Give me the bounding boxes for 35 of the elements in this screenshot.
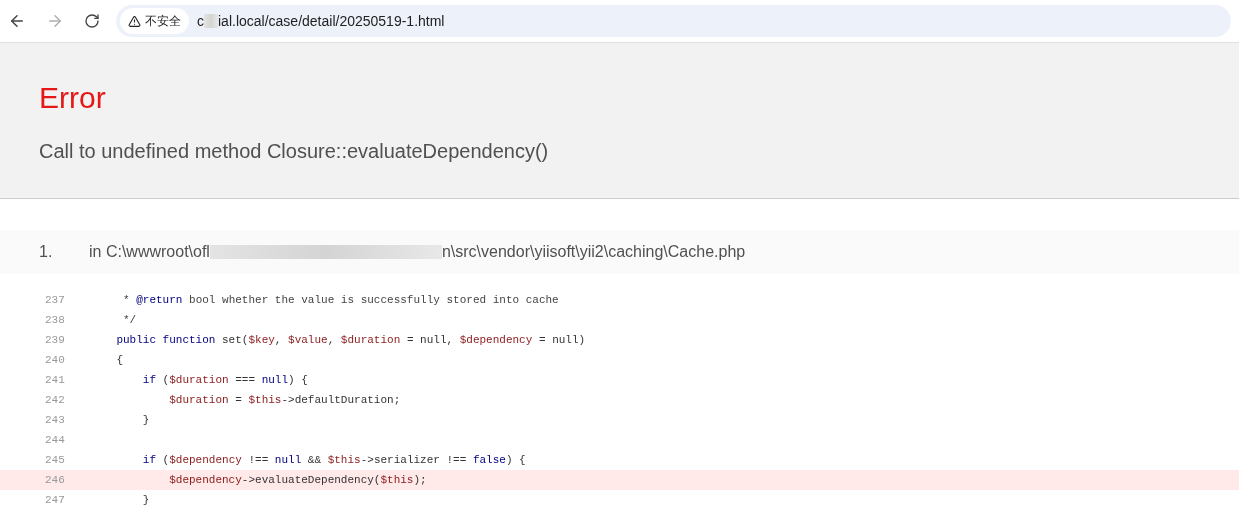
error-title: Error [39,80,107,116]
file-path: in C:\wwwroot\ofl [89,242,210,262]
line-number: 244 [44,432,66,448]
blurred-text [204,14,218,28]
trace-number: 1. [39,242,54,262]
address-bar[interactable]: 不安全 c ial.local/case/detail/20250519-1.html [116,5,1231,37]
back-icon[interactable] [8,12,26,30]
error-message: Call to undefined method Closure::evaluateDependency() [39,139,550,164]
line-number: 243 [44,412,66,428]
url-text: ial.local/case/detail/20250519-1.html [218,11,445,31]
code-text: } [141,492,150,508]
line-number: 238 [44,312,66,328]
code-text: if ($duration === null) { [141,372,308,388]
code-text: { [115,352,123,368]
code-text: } [141,412,150,428]
line-number: 247 [44,492,66,508]
security-chip[interactable]: 不安全 [120,8,189,34]
security-label: 不安全 [145,13,181,30]
line-number: 237 [44,292,66,308]
line-number: 245 [44,452,66,468]
code-text: */ [122,312,137,328]
line-number: 242 [44,392,66,408]
code-text: $duration = $this->defaultDuration; [168,392,401,408]
line-number: 239 [44,332,66,348]
line-number: 240 [44,352,66,368]
code-text: * @return bool whether the value is successfully stored into cache [122,292,559,308]
code-text: if ($dependency !== null && $this->serializer !== false) { [141,452,526,468]
code-text: $dependency->evaluateDependency($this); [168,472,427,488]
code-text: public function set($key, $value, $duration = null, $dependency = null) [115,332,586,348]
line-number: 241 [44,372,66,388]
reload-icon[interactable] [84,13,100,29]
url-text: c [197,11,204,31]
warning-icon [128,14,141,28]
file-path: n\src\vendor\yiisoft\yii2\caching\Cache.php [441,242,746,262]
line-number: 246 [44,472,66,488]
